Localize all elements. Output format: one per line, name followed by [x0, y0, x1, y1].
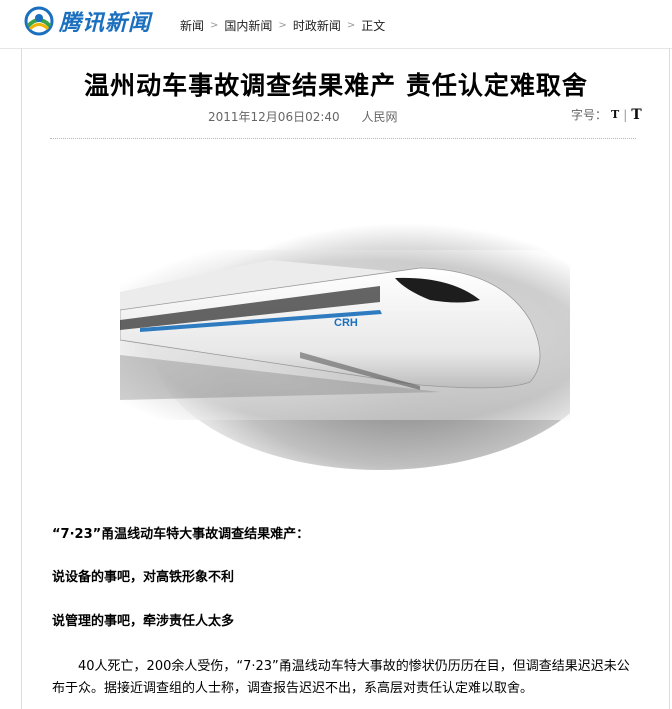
font-small-button[interactable]: T — [611, 108, 619, 121]
breadcrumb-separator-icon: > — [278, 20, 287, 31]
title-divider — [50, 138, 636, 139]
breadcrumb: 新闻 > 国内新闻 > 时政新闻 > 正文 — [180, 17, 385, 34]
breadcrumb-news[interactable]: 新闻 — [180, 17, 204, 34]
logo-text: 腾讯新闻 — [59, 11, 152, 36]
font-size-label: 字号： — [571, 108, 608, 122]
breadcrumb-separator-icon: > — [210, 20, 219, 31]
article-paragraph: “7·23”甬温线动车特大事故调查结果难产： — [52, 527, 310, 542]
top-bar: 腾讯新闻 新闻 > 国内新闻 > 时政新闻 > 正文 — [0, 0, 672, 49]
font-size-separator: | — [623, 107, 628, 122]
article-source[interactable]: 人民网 — [362, 110, 398, 124]
font-large-button[interactable]: T — [631, 107, 641, 123]
publish-datetime: 2011年12月06日02:40 — [208, 110, 340, 124]
font-size-control: 字号： T | T — [571, 106, 642, 123]
tencent-news-logo[interactable]: 腾讯新闻 — [24, 6, 151, 36]
train-logo-text: CRH — [334, 317, 358, 329]
tencent-logo-icon — [24, 6, 54, 36]
article-paragraph: 40人死亡，200余人受伤，“7·23”甬温线动车特大事故的惨状仍历历在目，但调… — [52, 659, 630, 696]
article-paragraph: 说管理的事吧，牵涉责任人太多 — [52, 614, 235, 629]
breadcrumb-politics-news[interactable]: 时政新闻 — [293, 17, 341, 34]
breadcrumb-separator-icon: > — [346, 20, 356, 31]
crh-train-image: CRH — [120, 160, 570, 499]
article-photo: CRH — [120, 160, 570, 499]
article-meta: 2011年12月06日02:40 人民网 — [208, 108, 398, 125]
article-paragraph: 说设备的事吧，对高铁形象不利 — [52, 570, 235, 585]
breadcrumb-current: 正文 — [361, 19, 386, 33]
breadcrumb-domestic-news[interactable]: 国内新闻 — [224, 17, 272, 34]
article-title: 温州动车事故调查结果难产 责任认定难取舍 — [84, 71, 588, 100]
